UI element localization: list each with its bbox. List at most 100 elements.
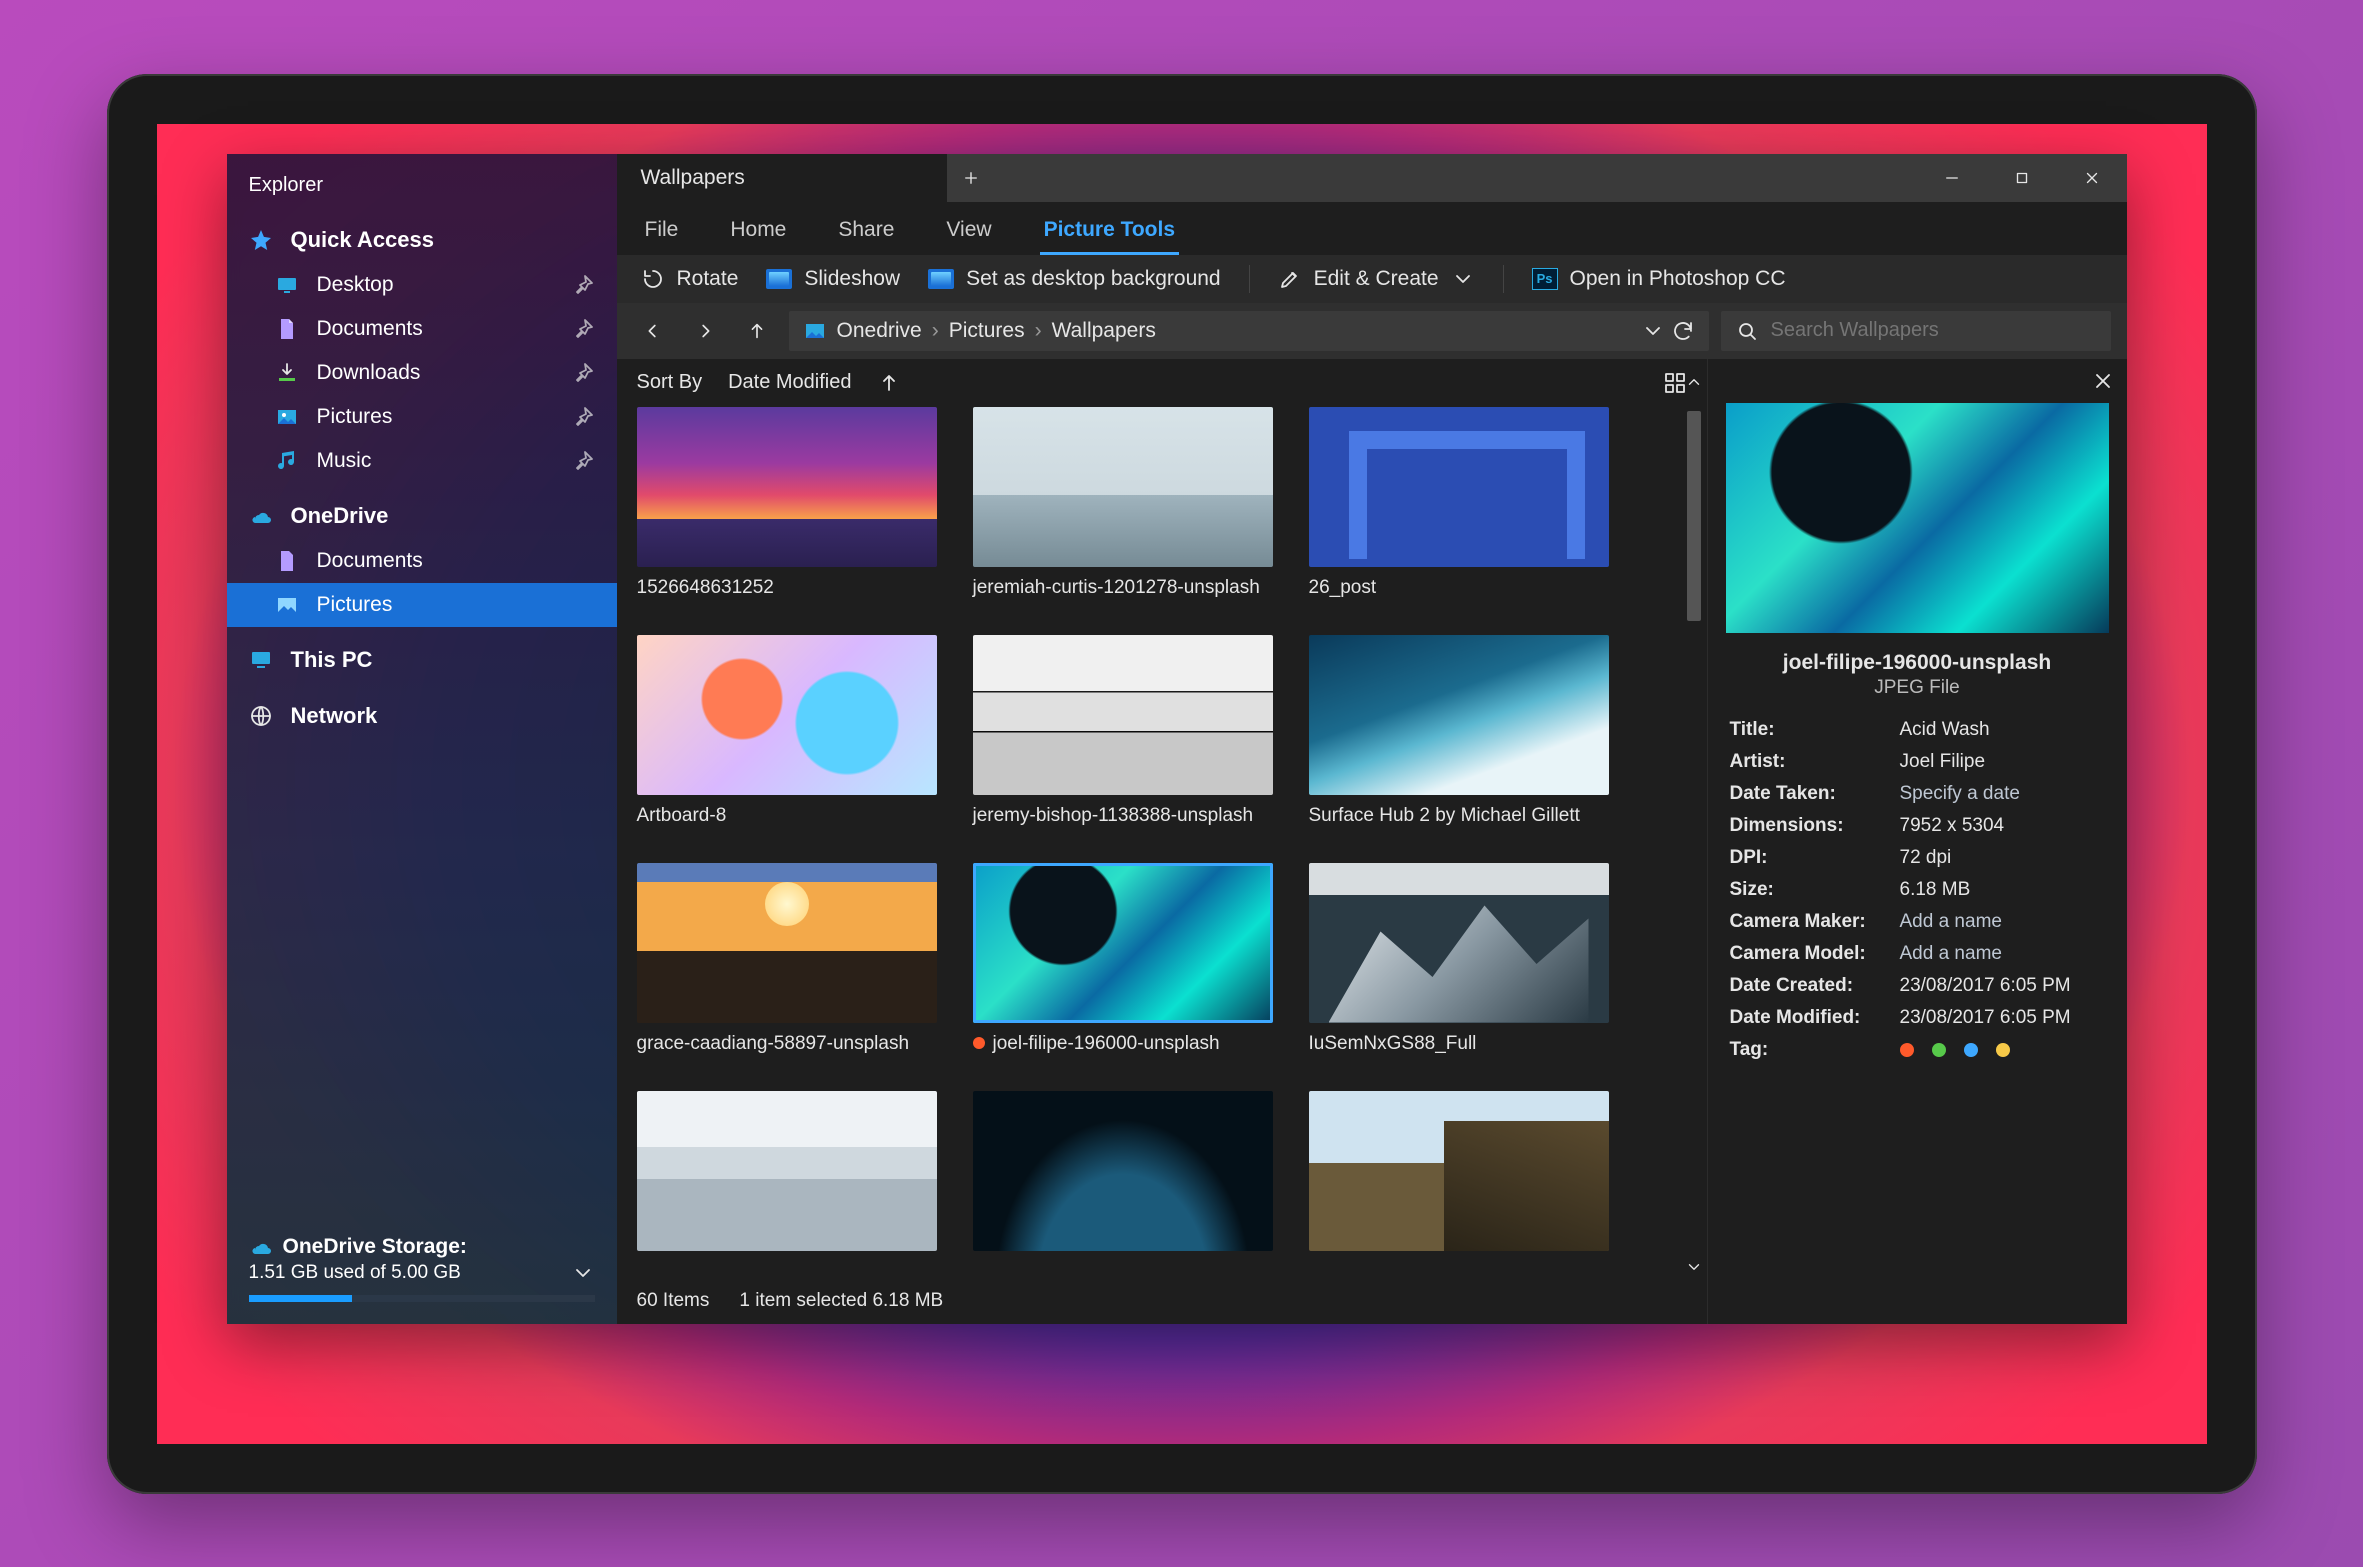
- pictures-icon: [275, 405, 299, 429]
- tablet-frame: Explorer Quick Access Desktop Documents: [107, 74, 2257, 1494]
- thumbnail: [973, 1091, 1273, 1251]
- sort-bar: Sort By Date Modified: [617, 359, 1707, 407]
- open-in-photoshop-button[interactable]: Ps Open in Photoshop CC: [1532, 267, 1786, 291]
- forward-button[interactable]: [685, 311, 725, 351]
- tag-red[interactable]: [1900, 1043, 1914, 1057]
- sidebar-item-onedrive-pictures[interactable]: Pictures: [227, 583, 617, 627]
- thumbnail: [1309, 635, 1609, 795]
- breadcrumb-mid[interactable]: Pictures: [949, 319, 1025, 343]
- file-name: IuSemNxGS88_Full: [1309, 1031, 1477, 1057]
- sidebar-item-network[interactable]: Network: [227, 693, 617, 739]
- sidebar-heading-quick-access[interactable]: Quick Access: [227, 217, 617, 263]
- desktop-icon: [275, 273, 299, 297]
- thumbnail: [1309, 1091, 1609, 1251]
- ribbon-tab-file[interactable]: File: [641, 212, 683, 255]
- details-filename: joel-filipe-196000-unsplash: [1720, 651, 2115, 675]
- sort-value[interactable]: Date Modified: [728, 371, 851, 394]
- search-input[interactable]: [1771, 319, 2097, 342]
- file-card[interactable]: IuSemNxGS88_Full: [1309, 863, 1609, 1075]
- meta-value-editable[interactable]: Specify a date: [1900, 783, 2105, 805]
- toolbar-separator: [1249, 265, 1250, 293]
- sidebar-item-this-pc[interactable]: This PC: [227, 637, 617, 683]
- file-card[interactable]: jeremiah-curtis-1201278-unsplash: [973, 407, 1273, 619]
- onedrive-label: OneDrive: [291, 503, 389, 529]
- ribbon-tab-home[interactable]: Home: [726, 212, 790, 255]
- file-card[interactable]: [637, 1091, 937, 1251]
- meta-value-editable[interactable]: Add a name: [1900, 943, 2105, 965]
- breadcrumb[interactable]: Onedrive › Pictures › Wallpapers: [789, 311, 1709, 351]
- file-card[interactable]: joel-filipe-196000-unsplash: [973, 863, 1273, 1075]
- thumbnail: [637, 407, 937, 567]
- scroll-down-icon[interactable]: [1681, 1258, 1707, 1276]
- breadcrumb-root[interactable]: Onedrive: [837, 319, 922, 343]
- back-button[interactable]: [633, 311, 673, 351]
- ribbon-tab-picture-tools[interactable]: Picture Tools: [1040, 212, 1179, 255]
- up-button[interactable]: [737, 311, 777, 351]
- new-tab-button[interactable]: [947, 154, 995, 202]
- details-preview: [1726, 403, 2109, 633]
- refresh-icon[interactable]: [1671, 319, 1695, 343]
- photoshop-icon: Ps: [1532, 268, 1558, 290]
- file-name: Artboard-8: [637, 803, 727, 829]
- sidebar-heading-onedrive[interactable]: OneDrive: [227, 493, 617, 539]
- tag-yellow[interactable]: [1996, 1043, 2010, 1057]
- file-card[interactable]: 26_post: [1309, 407, 1609, 619]
- desktop-wallpaper: Explorer Quick Access Desktop Documents: [157, 124, 2207, 1444]
- tag-blue[interactable]: [1964, 1043, 1978, 1057]
- minimize-button[interactable]: [1917, 154, 1987, 202]
- gallery-wrap: Sort By Date Modified 1526648631252 jere…: [617, 359, 1707, 1324]
- meta-value: 23/08/2017 6:05 PM: [1900, 975, 2105, 997]
- file-card[interactable]: Artboard-8: [637, 635, 937, 847]
- scroll-up-icon[interactable]: [1681, 373, 1707, 391]
- sidebar-item-downloads[interactable]: Downloads: [227, 351, 617, 395]
- pin-icon[interactable]: [571, 361, 595, 385]
- sidebar-item-music[interactable]: Music: [227, 439, 617, 483]
- ribbon-tab-share[interactable]: Share: [834, 212, 898, 255]
- breadcrumb-leaf[interactable]: Wallpapers: [1052, 319, 1156, 343]
- sort-by-label[interactable]: Sort By: [637, 371, 703, 394]
- chevron-down-icon[interactable]: [1641, 319, 1665, 343]
- scrollbar-thumb[interactable]: [1687, 411, 1701, 621]
- tab-bar-spacer: [995, 154, 1917, 202]
- slideshow-label: Slideshow: [804, 267, 900, 291]
- file-card[interactable]: [1309, 1091, 1609, 1251]
- sort-ascending-icon[interactable]: [877, 371, 901, 395]
- sidebar-item-pictures[interactable]: Pictures: [227, 395, 617, 439]
- set-background-button[interactable]: Set as desktop background: [928, 267, 1221, 291]
- slideshow-button[interactable]: Slideshow: [766, 267, 900, 291]
- edit-create-button[interactable]: Edit & Create: [1278, 267, 1475, 291]
- file-card[interactable]: [973, 1091, 1273, 1251]
- file-card[interactable]: 1526648631252: [637, 407, 937, 619]
- file-card[interactable]: Surface Hub 2 by Michael Gillett: [1309, 635, 1609, 847]
- pin-icon[interactable]: [571, 317, 595, 341]
- sidebar-item-documents[interactable]: Documents: [227, 307, 617, 351]
- sidebar-group-onedrive: OneDrive Documents Pictures: [227, 491, 617, 635]
- maximize-button[interactable]: [1987, 154, 2057, 202]
- file-card[interactable]: jeremy-bishop-1138388-unsplash: [973, 635, 1273, 847]
- pictures-icon: [275, 593, 299, 617]
- sidebar-item-onedrive-documents[interactable]: Documents: [227, 539, 617, 583]
- details-filetype: JPEG File: [1708, 677, 2127, 699]
- documents-icon: [275, 549, 299, 573]
- ribbon-tab-view[interactable]: View: [942, 212, 995, 255]
- close-button[interactable]: [2057, 154, 2127, 202]
- chevron-down-icon[interactable]: [571, 1261, 595, 1285]
- nav-label: Music: [317, 449, 372, 473]
- scrollbar[interactable]: [1681, 407, 1707, 1280]
- search-box[interactable]: [1721, 311, 2111, 351]
- meta-key: Size:: [1730, 879, 1900, 901]
- window-tab[interactable]: Wallpapers: [617, 154, 947, 202]
- pin-icon[interactable]: [571, 405, 595, 429]
- file-card[interactable]: grace-caadiang-58897-unsplash: [637, 863, 937, 1075]
- tag-green[interactable]: [1932, 1043, 1946, 1057]
- quick-access-label: Quick Access: [291, 227, 435, 253]
- nav-label: Desktop: [317, 273, 394, 297]
- pin-icon[interactable]: [571, 449, 595, 473]
- meta-value-editable[interactable]: Add a name: [1900, 911, 2105, 933]
- sidebar-item-desktop[interactable]: Desktop: [227, 263, 617, 307]
- downloads-icon: [275, 361, 299, 385]
- pin-icon[interactable]: [571, 273, 595, 297]
- meta-value: 23/08/2017 6:05 PM: [1900, 1007, 2105, 1029]
- close-details-icon[interactable]: [2091, 369, 2115, 393]
- rotate-button[interactable]: Rotate: [641, 267, 739, 291]
